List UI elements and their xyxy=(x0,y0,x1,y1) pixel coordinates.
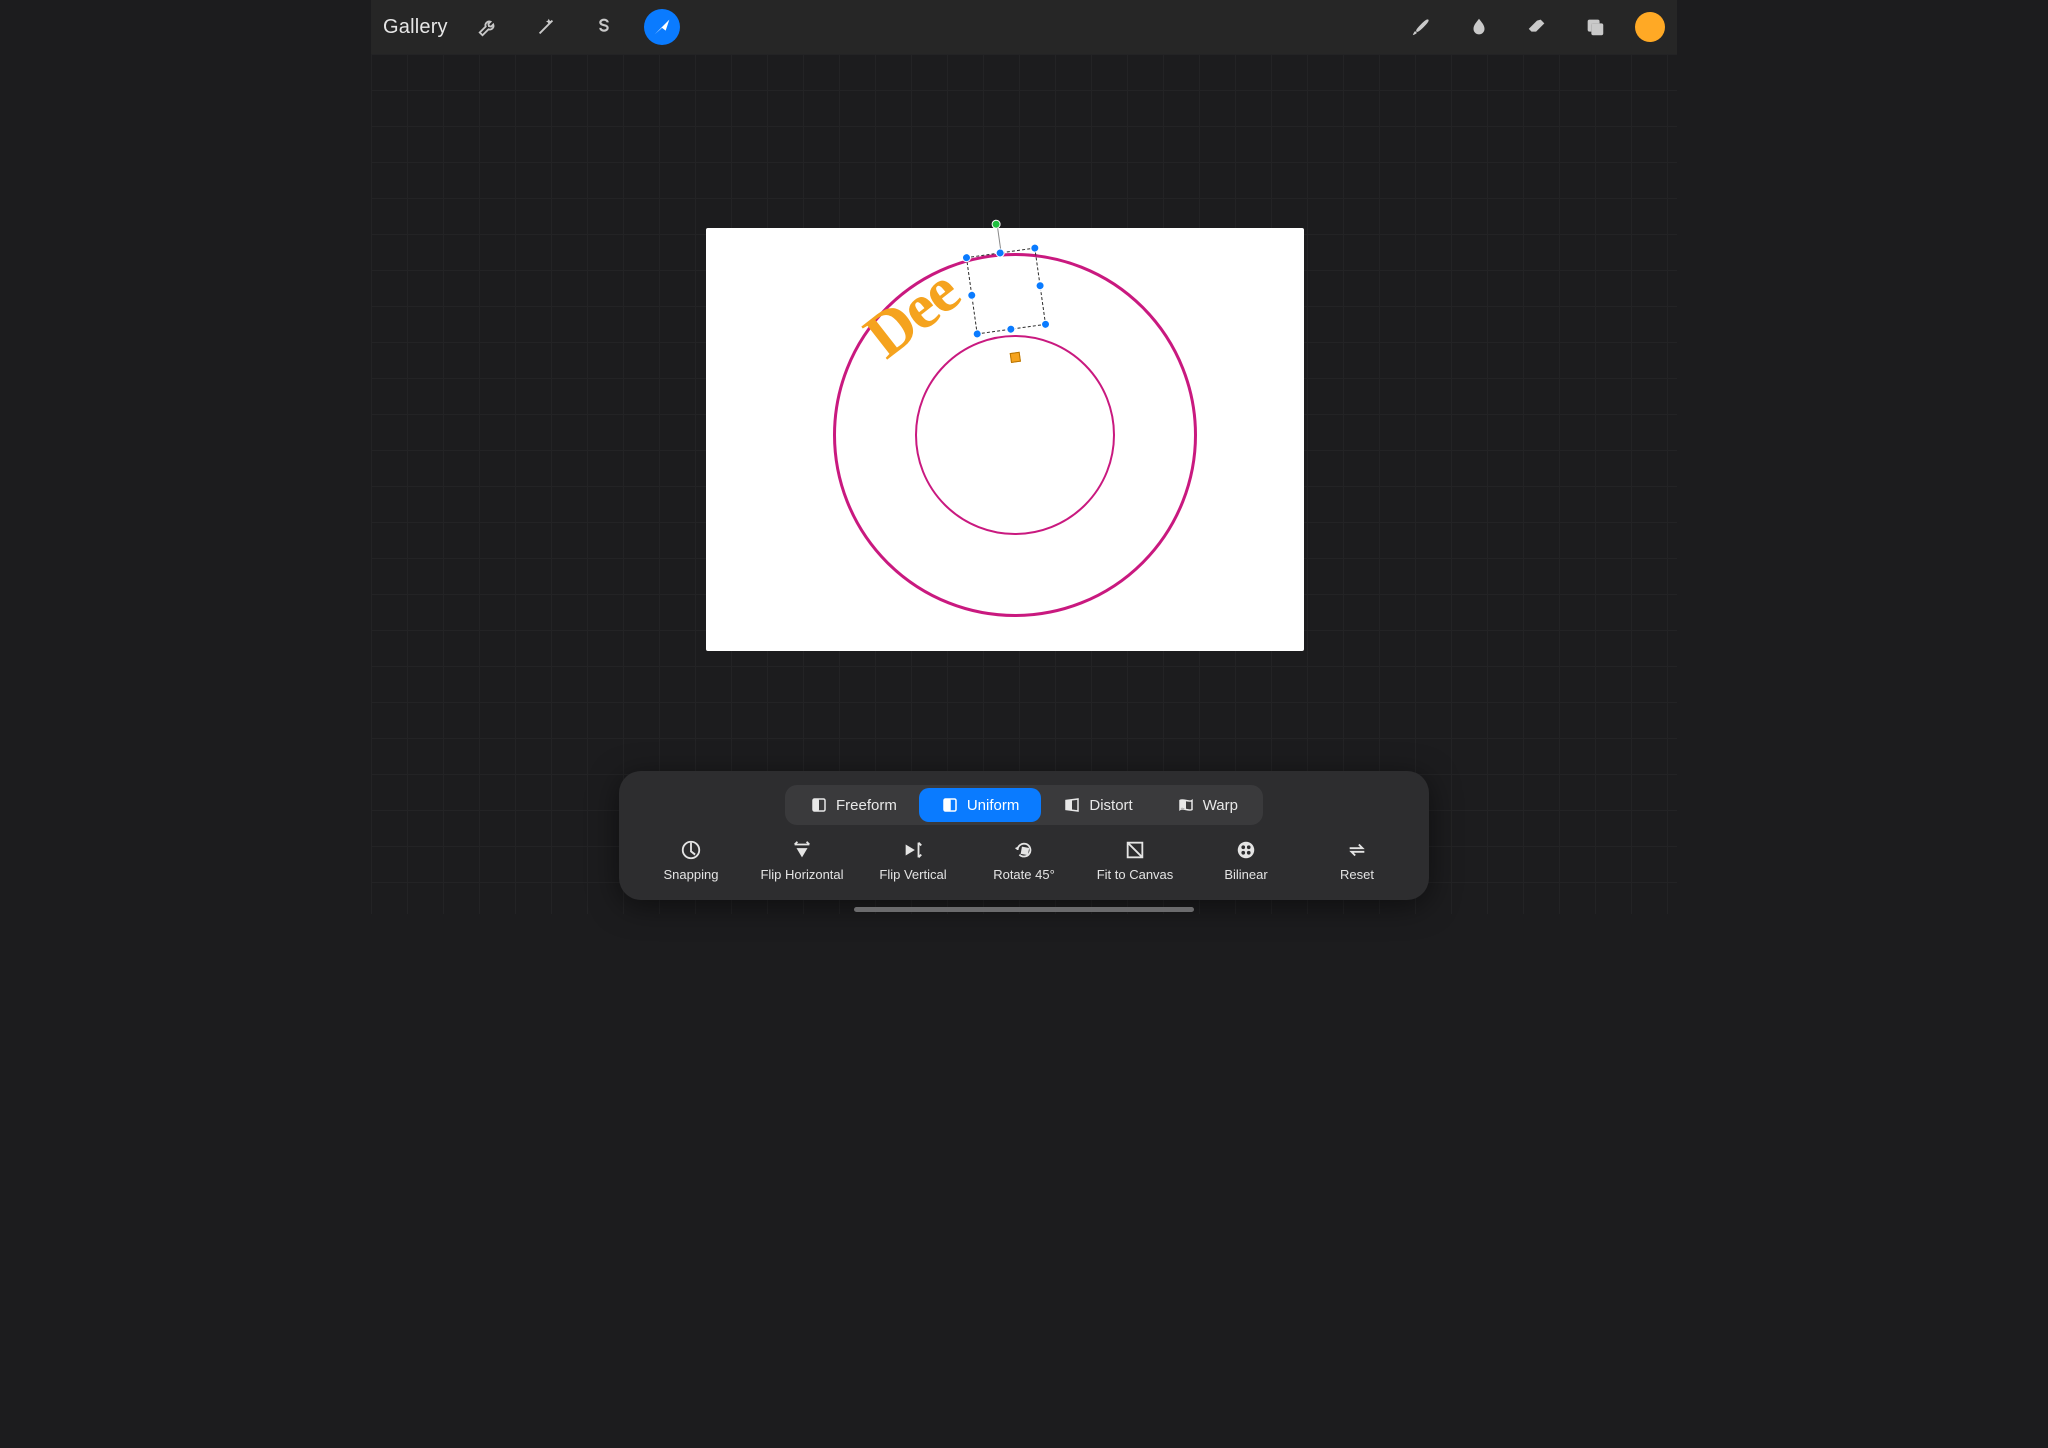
mode-freeform[interactable]: Freeform xyxy=(788,788,919,822)
mode-distort[interactable]: Distort xyxy=(1041,788,1154,822)
handle-top-left[interactable] xyxy=(961,253,971,263)
action-interpolation-bilinear[interactable]: Bilinear xyxy=(1196,839,1296,882)
transform-panel: Freeform Uniform Distort Warp Snapping F… xyxy=(619,771,1429,900)
adjustments-wand-icon[interactable] xyxy=(528,9,564,45)
mode-freeform-label: Freeform xyxy=(836,797,897,814)
action-flip-vertical[interactable]: Flip Vertical xyxy=(863,839,963,882)
mode-distort-label: Distort xyxy=(1089,797,1132,814)
anchor-handle[interactable] xyxy=(1010,352,1021,363)
transform-action-row: Snapping Flip Horizontal Flip Vertical R… xyxy=(637,839,1411,882)
action-snapping-label: Snapping xyxy=(664,867,719,882)
action-reset-label: Reset xyxy=(1340,867,1374,882)
action-rotate-label: Rotate 45° xyxy=(993,867,1055,882)
mode-warp[interactable]: Warp xyxy=(1155,788,1260,822)
brush-icon[interactable] xyxy=(1403,9,1439,45)
handle-top[interactable] xyxy=(995,248,1005,258)
action-fit-label: Fit to Canvas xyxy=(1097,867,1174,882)
artwork-inner-ring xyxy=(915,335,1115,535)
eraser-icon[interactable] xyxy=(1519,9,1555,45)
home-indicator xyxy=(854,907,1194,912)
action-reset[interactable]: Reset xyxy=(1307,839,1407,882)
top-toolbar: Gallery xyxy=(371,0,1677,54)
action-rotate-45[interactable]: Rotate 45° xyxy=(974,839,1074,882)
actions-wrench-icon[interactable] xyxy=(470,9,506,45)
transform-selection-box[interactable] xyxy=(966,248,1046,335)
action-flip-v-label: Flip Vertical xyxy=(879,867,946,882)
action-flip-h-label: Flip Horizontal xyxy=(760,867,843,882)
mode-uniform-label: Uniform xyxy=(967,797,1020,814)
mode-warp-label: Warp xyxy=(1203,797,1238,814)
smudge-icon[interactable] xyxy=(1461,9,1497,45)
action-fit-to-canvas[interactable]: Fit to Canvas xyxy=(1085,839,1185,882)
transform-arrow-icon[interactable] xyxy=(644,9,680,45)
selection-s-icon[interactable] xyxy=(586,9,622,45)
color-swatch[interactable] xyxy=(1635,12,1665,42)
action-snapping[interactable]: Snapping xyxy=(641,839,741,882)
action-bilinear-label: Bilinear xyxy=(1224,867,1267,882)
layers-icon[interactable] xyxy=(1577,9,1613,45)
transform-mode-segmented: Freeform Uniform Distort Warp xyxy=(785,785,1263,825)
action-flip-horizontal[interactable]: Flip Horizontal xyxy=(752,839,852,882)
handle-left[interactable] xyxy=(967,290,977,300)
gallery-button[interactable]: Gallery xyxy=(383,16,448,39)
mode-uniform[interactable]: Uniform xyxy=(919,788,1042,822)
